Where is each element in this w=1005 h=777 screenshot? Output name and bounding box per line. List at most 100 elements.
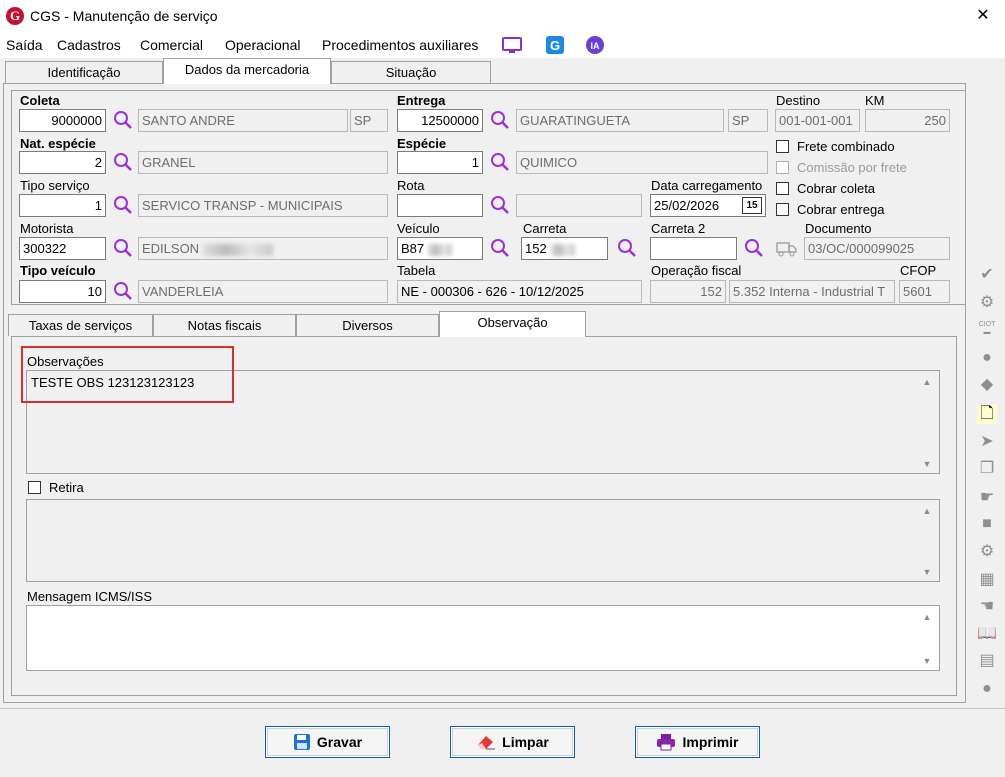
tabela-field: NE - 000306 - 626 - 10/12/2025	[397, 280, 642, 303]
cfop-field: 5601	[899, 280, 950, 303]
menu-cadastros[interactable]: Cadastros	[57, 37, 121, 53]
truck-settings-icon[interactable]: ⚙	[977, 542, 997, 562]
printer-icon	[657, 734, 676, 751]
hand-truck-icon[interactable]: ☛	[977, 488, 997, 508]
tab-diversos[interactable]: Diversos	[296, 314, 439, 336]
circle-icon[interactable]: ●	[977, 348, 997, 368]
menu-procedimentos[interactable]: Procedimentos auxiliares	[322, 37, 478, 53]
search-icon[interactable]	[617, 238, 637, 258]
cfop-label: CFOP	[900, 263, 937, 278]
search-icon[interactable]	[490, 110, 510, 130]
rota-code-input[interactable]	[397, 194, 483, 217]
entrega-name-field: GUARATINGUETA	[516, 109, 724, 132]
mensagem-icms-textarea[interactable]: ▲ ▼	[26, 605, 940, 671]
motorista-name-field: EDILSON	[138, 237, 388, 260]
carreta2-input[interactable]	[650, 237, 737, 260]
rota-label: Rota	[397, 178, 425, 193]
scroll-up-icon[interactable]: ▲	[919, 377, 935, 387]
grid-doc-icon[interactable]: ▦	[977, 570, 997, 590]
documento-field: 03/OC/000099025	[804, 237, 950, 260]
menu-operacional[interactable]: Operacional	[225, 37, 301, 53]
search-icon[interactable]	[113, 238, 133, 258]
doc-gear-icon[interactable]: ▤	[977, 651, 997, 671]
entrega-uf-field: SP	[728, 109, 768, 132]
eraser-icon	[478, 736, 496, 750]
menu-saida[interactable]: Saída	[6, 37, 43, 53]
coleta-code-input[interactable]: 9000000	[19, 109, 106, 132]
book-icon[interactable]: 📖	[977, 624, 997, 644]
monitor-icon[interactable]	[502, 35, 522, 55]
veiculo-label: Veículo	[397, 221, 440, 236]
check-icon[interactable]: ✔	[977, 265, 997, 285]
entrega-code-input[interactable]: 12500000	[397, 109, 483, 132]
tab-situacao[interactable]: Situação	[331, 61, 491, 83]
menu-comercial[interactable]: Comercial	[140, 37, 203, 53]
retira-checkbox[interactable]	[28, 481, 41, 494]
search-icon[interactable]	[490, 238, 510, 258]
tab-notas-fiscais[interactable]: Notas fiscais	[153, 314, 296, 336]
tipo-veiculo-code-input[interactable]: 10	[19, 280, 106, 303]
redacted-blur	[203, 243, 274, 256]
nat-especie-code-input[interactable]: 2	[19, 151, 106, 174]
frete-combinado-checkbox[interactable]	[776, 140, 789, 153]
especie-name-field: QUIMICO	[516, 151, 768, 174]
operacao-fiscal-desc-field: 5.352 Interna - Industrial T	[729, 280, 895, 303]
tab-observacao[interactable]: Observação	[439, 311, 586, 337]
search-icon[interactable]	[113, 152, 133, 172]
search-icon[interactable]	[113, 281, 133, 301]
limpar-button[interactable]: Limpar	[450, 726, 575, 758]
tipo-veiculo-label: Tipo veículo	[20, 263, 96, 278]
g-logo-icon[interactable]: G	[545, 35, 565, 55]
close-icon[interactable]: ✕	[972, 5, 994, 27]
documents-icon[interactable]: ❐	[977, 459, 997, 479]
retira-textarea[interactable]: ▲ ▼	[26, 499, 940, 582]
document-icon[interactable]: 🗋	[977, 404, 997, 424]
veiculo-input[interactable]: B87	[397, 237, 483, 260]
ciot-icon[interactable]: CIOT ▬	[977, 321, 997, 341]
cobrar-entrega-checkbox[interactable]	[776, 203, 789, 216]
document-arrow-icon[interactable]: ➤	[977, 432, 997, 452]
retira-label: Retira	[49, 480, 84, 495]
search-icon[interactable]	[744, 238, 764, 258]
window-title: CGS - Manutenção de serviço	[30, 8, 218, 24]
tab-dados-mercadoria[interactable]: Dados da mercadoria	[163, 58, 331, 84]
scroll-up-icon[interactable]: ▲	[919, 612, 935, 622]
operacao-fiscal-label: Operação fiscal	[651, 263, 742, 278]
search-icon[interactable]	[490, 152, 510, 172]
motorista-label: Motorista	[20, 221, 74, 236]
scroll-up-icon[interactable]: ▲	[919, 506, 935, 516]
especie-code-input[interactable]: 1	[397, 151, 483, 174]
tipo-servico-name-field: SERVICO TRANSP - MUNICIPAIS	[138, 194, 388, 217]
hand-icon[interactable]: ☚	[977, 597, 997, 617]
search-icon[interactable]	[113, 110, 133, 130]
search-icon[interactable]	[113, 195, 133, 215]
ia-icon[interactable]: IA	[585, 35, 605, 55]
truck-icon[interactable]: ■	[977, 514, 997, 534]
tab-taxas-servicos[interactable]: Taxas de serviços	[8, 314, 153, 336]
cobrar-coleta-checkbox[interactable]	[776, 182, 789, 195]
destino-field: 001-001-001	[775, 109, 860, 132]
tab-identificacao[interactable]: Identificação	[5, 61, 163, 83]
motorista-code-input[interactable]: 300322	[19, 237, 106, 260]
svg-text:G: G	[550, 38, 560, 53]
veiculo-text: B87	[401, 241, 425, 256]
coleta-label: Coleta	[20, 93, 60, 108]
piggy-icon[interactable]: ●	[977, 679, 997, 699]
imprimir-button[interactable]: Imprimir	[635, 726, 760, 758]
search-icon[interactable]	[490, 195, 510, 215]
tag-icon[interactable]: ◆	[977, 375, 997, 395]
scroll-down-icon[interactable]: ▼	[919, 567, 935, 577]
motorista-name-text: EDILSON	[142, 241, 200, 256]
scroll-down-icon[interactable]: ▼	[919, 656, 935, 666]
tipo-servico-code-input[interactable]: 1	[19, 194, 106, 217]
tabela-label: Tabela	[397, 263, 436, 278]
scroll-down-icon[interactable]: ▼	[919, 459, 935, 469]
gravar-button[interactable]: Gravar	[265, 726, 390, 758]
app-logo-icon: G	[6, 7, 24, 25]
truck-gear-icon[interactable]: ⚙	[977, 293, 997, 313]
calendar-icon[interactable]: 15	[742, 197, 762, 214]
nat-especie-name-field: GRANEL	[138, 151, 388, 174]
truck-icon[interactable]	[776, 239, 798, 257]
highlight-box	[21, 346, 234, 403]
carreta-input[interactable]: 152	[521, 237, 608, 260]
